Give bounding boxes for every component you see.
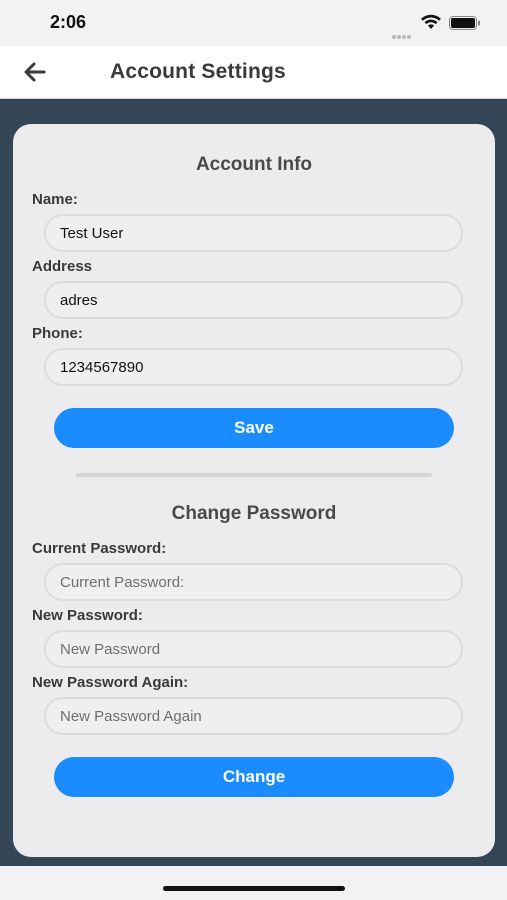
cellular-dots-icon [392, 26, 414, 39]
new-password-label: New Password: [32, 607, 143, 624]
current-password-label: Current Password: [32, 540, 167, 557]
new-password-again-label: New Password Again: [32, 674, 189, 691]
save-button[interactable]: Save [54, 408, 454, 448]
address-field[interactable] [44, 281, 463, 319]
name-field[interactable] [44, 214, 463, 252]
home-indicator[interactable] [163, 886, 345, 891]
section-divider [76, 473, 432, 477]
back-button[interactable] [20, 58, 50, 86]
arrow-left-icon [24, 62, 46, 82]
new-password-field[interactable] [44, 630, 463, 668]
new-password-again-field[interactable] [44, 697, 463, 735]
phone-label: Phone: [32, 325, 83, 342]
address-label: Address [32, 258, 93, 275]
settings-card: Account Info Name: Address Phone: Save C… [13, 124, 495, 857]
name-label: Name: [32, 191, 78, 208]
app-header: Account Settings [0, 46, 507, 99]
status-time: 2:06 [50, 12, 87, 32]
status-bar: 2:06 [0, 0, 507, 46]
current-password-field[interactable] [44, 563, 463, 601]
account-info-title: Account Info [195, 154, 313, 175]
bottom-bar [0, 866, 507, 900]
phone-field[interactable] [44, 348, 463, 386]
battery-icon [449, 16, 480, 30]
change-button[interactable]: Change [54, 757, 454, 797]
page-title: Account Settings [110, 60, 286, 83]
change-password-title: Change Password [171, 503, 337, 524]
wifi-icon [421, 14, 441, 29]
